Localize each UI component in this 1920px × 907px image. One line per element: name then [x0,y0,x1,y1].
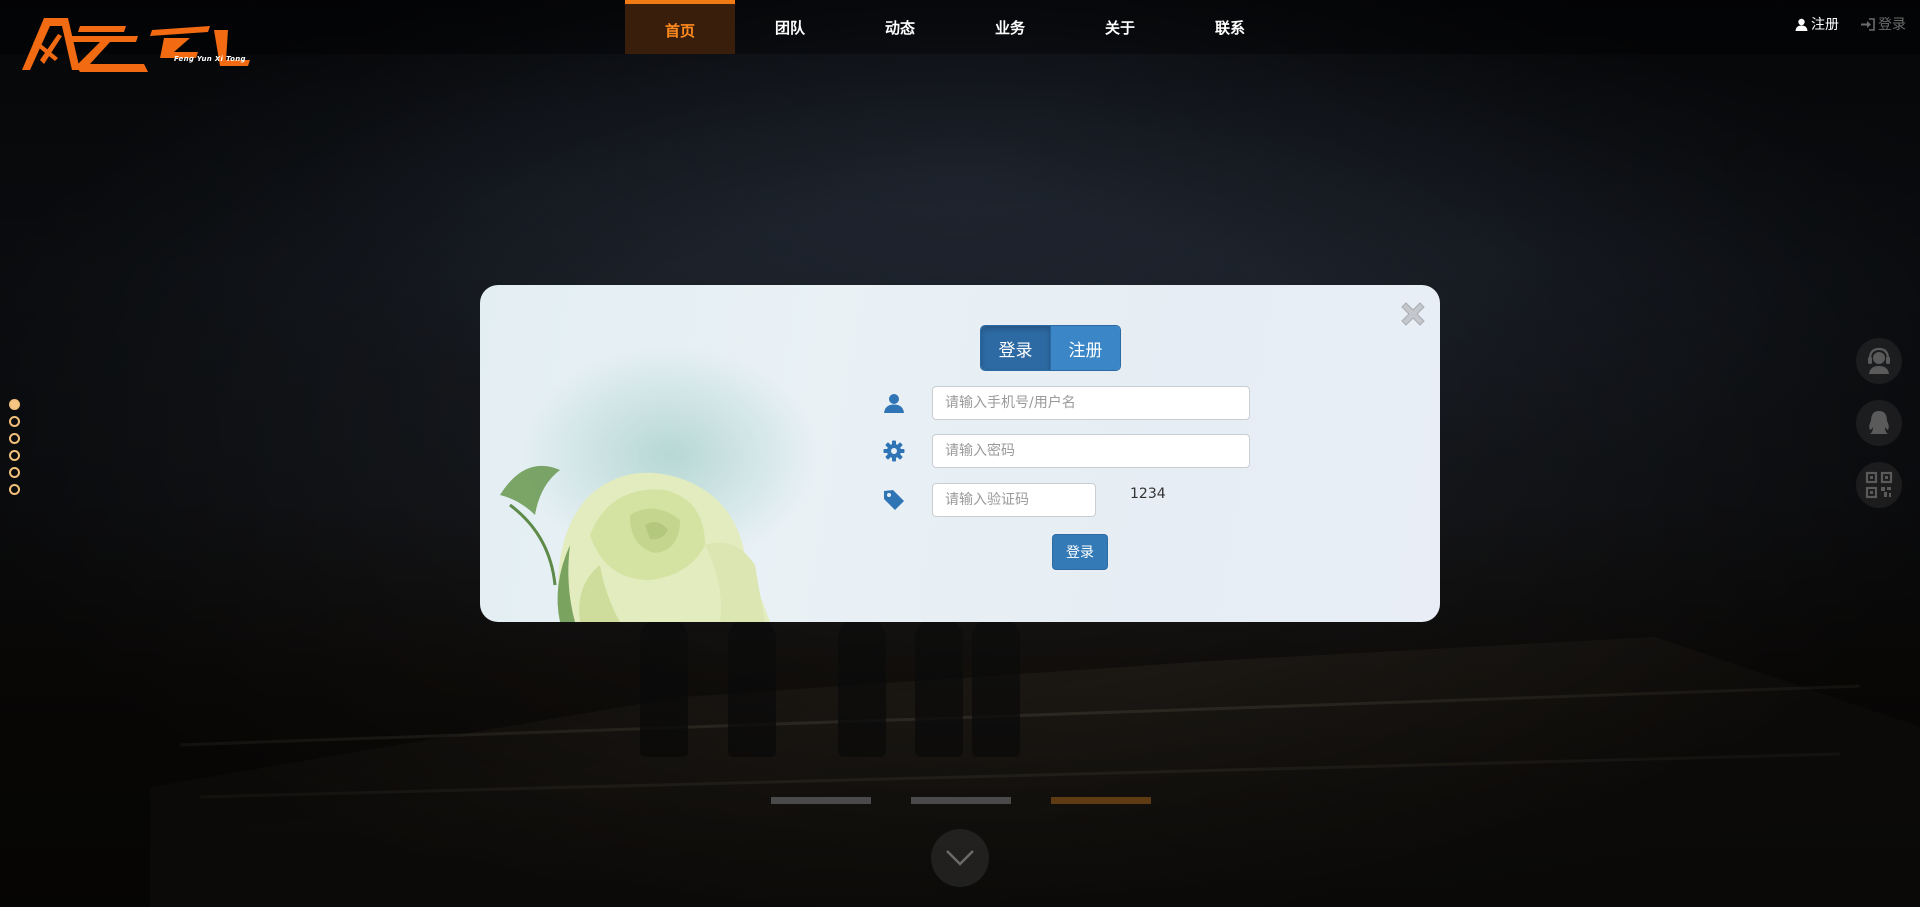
logo-subtitle: Feng Yun Xi Tong [174,55,246,63]
login-link[interactable]: 登录 [1861,14,1906,34]
password-input[interactable] [932,434,1250,468]
qr-code-icon [1865,471,1893,499]
pager-dot[interactable] [9,433,20,444]
slide-indicator[interactable] [1051,797,1151,804]
nav-item-news[interactable]: 动态 [845,0,955,54]
tab-register[interactable]: 注册 [1050,326,1120,370]
close-button[interactable] [1398,299,1428,329]
register-link[interactable]: 注册 [1795,14,1839,34]
nav-label: 业务 [994,18,1025,37]
login-label: 登录 [1878,17,1906,33]
nav-label: 关于 [1104,18,1135,37]
tab-label: 登录 [998,340,1033,361]
pager-dot[interactable] [9,450,20,461]
nav-item-about[interactable]: 关于 [1065,0,1175,54]
qq-button[interactable] [1856,400,1902,446]
scroll-down-button[interactable] [931,829,989,887]
pager-dot[interactable] [9,399,20,410]
slide-indicator[interactable] [771,797,871,804]
auth-tabs: 登录 注册 [980,325,1121,371]
captcha-code[interactable]: 1234 [1130,486,1166,502]
slide-indicator[interactable] [911,797,1011,804]
tab-login[interactable]: 登录 [981,326,1050,370]
username-row [881,386,1250,420]
slide-indicators [771,797,1151,804]
pager-dot[interactable] [9,484,20,495]
nav-label: 动态 [884,18,915,37]
nav-item-team[interactable]: 团队 [735,0,845,54]
pager-dot[interactable] [9,416,20,427]
sign-in-icon [1861,17,1875,31]
submit-label: 登录 [1066,545,1094,561]
nav-item-business[interactable]: 业务 [955,0,1065,54]
username-input[interactable] [932,386,1250,420]
pager-dot[interactable] [9,467,20,478]
chevron-down-icon [946,850,974,866]
top-navbar: Feng Yun Xi Tong 首页 团队 动态 业务 关于 联系 注册 登录 [0,0,1920,72]
user-icon [881,390,907,416]
nav-item-contact[interactable]: 联系 [1175,0,1285,54]
tab-label: 注册 [1068,340,1103,361]
nav-label: 首页 [664,21,695,40]
main-nav: 首页 团队 动态 业务 关于 联系 [625,0,1285,54]
password-row [881,434,1250,468]
login-submit-button[interactable]: 登录 [1052,534,1108,570]
captcha-row [881,483,1096,517]
site-logo[interactable]: Feng Yun Xi Tong [14,12,254,76]
nav-item-home[interactable]: 首页 [625,0,735,54]
section-dot-pager [9,399,20,495]
nav-label: 团队 [774,18,805,37]
captcha-input[interactable] [932,483,1096,517]
qq-icon [1869,411,1889,434]
nav-label: 联系 [1214,18,1245,37]
qr-code-button[interactable] [1856,462,1902,508]
customer-service-button[interactable] [1856,338,1902,384]
tag-icon [881,487,907,513]
gear-icon [881,438,907,464]
user-icon [1795,18,1808,31]
auth-links: 注册 登录 [1795,14,1906,34]
login-modal: 登录 注册 请输入手机号/用户名 请输入验证码 1234 登录 [480,285,1440,622]
logo-graphic [22,18,250,72]
register-label: 注册 [1811,17,1839,33]
side-contact-icons [1856,338,1902,508]
close-icon [1401,302,1425,326]
customer-service-icon [1868,347,1890,374]
